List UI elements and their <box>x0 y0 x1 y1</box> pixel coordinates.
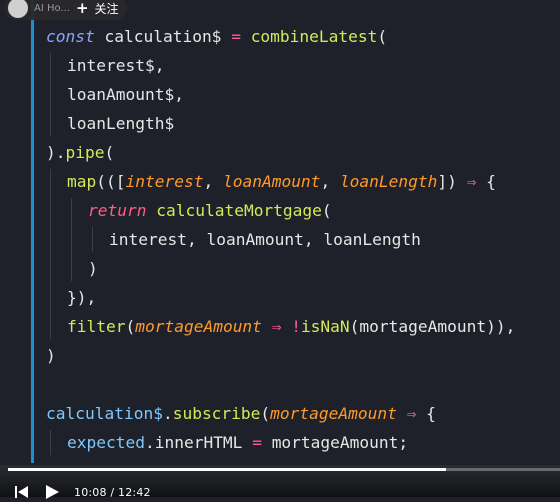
code-token: { <box>426 404 436 423</box>
code-line: }), <box>67 283 96 312</box>
code-token: mortageAmount <box>270 404 397 423</box>
code-line: const calculation$ = combineLatest( <box>46 22 387 51</box>
code-token: map <box>67 172 97 191</box>
gutter-accent-line <box>31 0 34 463</box>
code-line: ).pipe( <box>46 138 114 167</box>
progress-fill <box>8 468 447 471</box>
code-token: mortageAmount; <box>271 433 409 452</box>
code-token: ). <box>46 143 66 162</box>
code-token: }), <box>67 288 97 307</box>
code-token: ( <box>377 27 388 46</box>
code-line: calculation$.subscribe(mortageAmount ⇒ { <box>46 399 436 428</box>
code-token: loanAmount$, <box>67 85 184 104</box>
code-token: .innerHTML <box>144 433 243 452</box>
code-token: ⇒ <box>271 317 282 336</box>
code-token: combineLatest <box>250 27 378 46</box>
code-line: interest$, <box>67 51 164 80</box>
code-token: isNaN <box>300 317 350 336</box>
code-token: ( <box>260 404 271 423</box>
indent-guide <box>71 198 72 281</box>
code-token: { <box>486 172 496 191</box>
code-token: = <box>231 27 241 46</box>
follow-label[interactable]: 关注 <box>95 0 119 17</box>
code-line: loanAmount$, <box>67 80 184 109</box>
code-token: const <box>46 27 95 46</box>
code-line: filter(mortageAmount ⇒ !isNaN(mortageAmo… <box>67 312 515 341</box>
code-token: ( <box>104 143 115 162</box>
code-line: expected.innerHTML = mortageAmount; <box>67 428 408 457</box>
code-token: pipe <box>65 143 105 162</box>
code-line: return calculateMortgage( <box>88 196 332 225</box>
code-line: map(([interest, loanAmount, loanLength])… <box>67 167 496 196</box>
code-line: interest, loanAmount, loanLength <box>109 225 421 254</box>
code-token: mortageAmount <box>135 317 262 336</box>
code-token: calculation$ <box>104 27 222 46</box>
code-token: ⇒ <box>406 404 417 423</box>
player-controls: 10:08 / 12:42 <box>14 484 151 500</box>
code-token: subscribe <box>172 404 261 423</box>
creator-handle: AI Ho... <box>34 2 70 14</box>
code-token: ]) <box>437 172 457 191</box>
code-token: ( <box>125 317 136 336</box>
code-token: , <box>320 172 340 191</box>
code-line: ) <box>88 254 98 283</box>
code-token: ) <box>88 259 98 278</box>
code-token: (mortageAmount)), <box>349 317 516 336</box>
code-token: loanLength <box>339 172 438 191</box>
progress-track[interactable] <box>8 468 560 471</box>
code-token: ! <box>291 317 301 336</box>
code-token: loanAmount <box>222 172 321 191</box>
avatar <box>8 0 28 18</box>
indent-guide <box>50 430 51 455</box>
code-token: , <box>203 172 223 191</box>
code-token: filter <box>67 317 126 336</box>
code-token: . <box>162 404 173 423</box>
code-token: ⇒ <box>466 172 477 191</box>
code-token: calculateMortgage <box>156 201 322 220</box>
code-line: ) <box>46 341 56 370</box>
indent-guide <box>92 227 93 252</box>
video-player-bar: 10:08 / 12:42 <box>0 465 560 500</box>
code-token: interest <box>125 172 204 191</box>
code-token: interest$, <box>67 56 165 75</box>
code-token: interest, loanAmount, loanLength <box>109 230 421 249</box>
code-token: (([ <box>96 172 126 191</box>
code-token: loanLength$ <box>67 114 175 133</box>
indent-guide <box>50 169 51 339</box>
code-editor: const calculation$ = combineLatest(inter… <box>0 0 560 481</box>
code-token: ) <box>46 346 56 365</box>
plus-icon: + <box>75 0 89 17</box>
follow-chip[interactable]: AI Ho... + 关注 <box>4 0 127 20</box>
code-token: expected <box>67 433 145 452</box>
code-line: loanLength$ <box>67 109 174 138</box>
code-token: ( <box>321 201 332 220</box>
code-token: = <box>252 433 262 452</box>
code-token: return <box>88 201 147 220</box>
code-token: calculation$ <box>46 404 163 423</box>
indent-guide <box>50 53 51 136</box>
